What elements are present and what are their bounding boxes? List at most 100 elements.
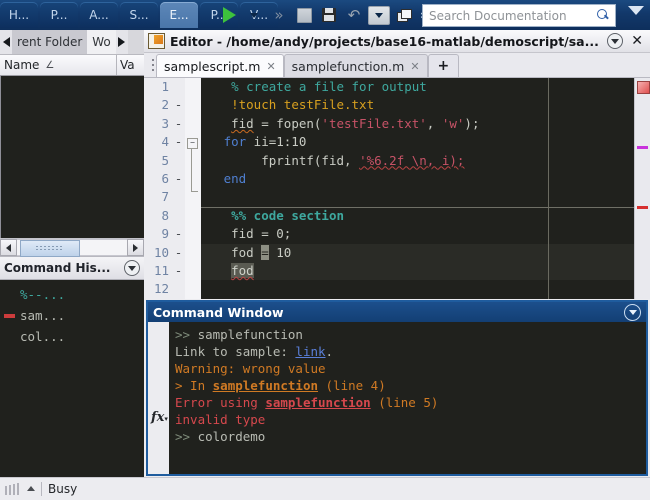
- breakpoint-slot[interactable]: -: [172, 115, 185, 133]
- command-output-line: > In samplefunction (line 4): [175, 377, 646, 394]
- editor-status-gutter[interactable]: [634, 78, 650, 299]
- code-folding-gutter[interactable]: −: [185, 78, 201, 299]
- arrow-left-icon: [6, 243, 11, 252]
- undo-button[interactable]: ↶: [343, 3, 365, 27]
- ribbon-tab-editor[interactable]: E...: [160, 2, 198, 28]
- line-number: 7: [161, 189, 169, 205]
- new-document-tab[interactable]: +: [427, 54, 460, 77]
- breakpoint-slot[interactable]: -: [172, 133, 185, 151]
- command-window-options-button[interactable]: [624, 303, 641, 321]
- history-item[interactable]: %--...: [0, 284, 144, 305]
- code-analyzer-status-indicator[interactable]: [637, 81, 650, 94]
- code-line[interactable]: fod: [201, 261, 634, 281]
- line-number: 4: [161, 134, 169, 150]
- analyzer-mark[interactable]: [637, 146, 648, 149]
- code-line[interactable]: % create a file for output: [201, 78, 634, 96]
- ribbon-tab-home[interactable]: H...: [0, 2, 38, 28]
- line-number: 5: [161, 152, 169, 168]
- breakpoint-slot[interactable]: -: [172, 244, 185, 262]
- scroll-left-button[interactable]: [0, 239, 17, 256]
- ribbon-tab-apps[interactable]: A...: [80, 2, 118, 28]
- ribbon-tab-shortcuts[interactable]: S...: [120, 2, 158, 28]
- code-line[interactable]: [201, 188, 634, 206]
- breakpoint-slot[interactable]: -: [172, 170, 185, 188]
- double-chevron-right-icon: »: [274, 5, 284, 24]
- scroll-right-button[interactable]: [127, 239, 144, 256]
- line-number: 6: [161, 170, 169, 186]
- breakpoint-gutter[interactable]: -------: [172, 78, 185, 299]
- editor-tab-close-icon[interactable]: ✕: [410, 58, 419, 75]
- step-button[interactable]: »: [268, 3, 290, 27]
- code-line[interactable]: fid = 0;: [201, 225, 634, 243]
- command-history-titlebar: Command His...: [0, 256, 144, 280]
- command-output-text[interactable]: samplefunction: [265, 395, 370, 410]
- breakpoint-slot[interactable]: [172, 152, 185, 170]
- status-expand-icon[interactable]: [27, 485, 35, 491]
- history-item[interactable]: col...: [0, 326, 144, 347]
- command-window-title: Command Window: [153, 304, 284, 320]
- column-header-value[interactable]: Va: [117, 58, 144, 72]
- file-list-horizontal-scrollbar[interactable]: [0, 238, 144, 257]
- scrollbar-track[interactable]: [17, 239, 127, 257]
- resize-grip-icon[interactable]: [5, 483, 21, 495]
- run-options-dropdown[interactable]: [243, 3, 265, 27]
- breakpoint-slot[interactable]: [172, 188, 185, 206]
- column-header-name[interactable]: Name ∠: [0, 55, 117, 75]
- current-folder-file-list[interactable]: [0, 76, 144, 238]
- scroll-tabs-right-button[interactable]: [115, 30, 128, 54]
- command-window-output[interactable]: >> samplefunction Link to sample: link. Wa…: [169, 322, 646, 474]
- editor-tab-samplescript-m[interactable]: samplescript.m ✕: [156, 54, 284, 77]
- command-history-list[interactable]: %--... sam... col...: [0, 280, 144, 478]
- editor-options-button[interactable]: [607, 33, 624, 49]
- fx-function-browser-icon[interactable]: fx▾: [151, 410, 168, 425]
- chevron-down-icon: [611, 38, 620, 44]
- analyzer-mark[interactable]: [637, 206, 648, 209]
- command-output-line: invalid type: [175, 411, 646, 428]
- run-button[interactable]: [218, 3, 240, 27]
- line-number: 11: [153, 262, 169, 278]
- code-line[interactable]: fod = 10: [201, 243, 634, 262]
- command-output-link[interactable]: link: [295, 344, 325, 359]
- layout-dropdown[interactable]: [368, 3, 390, 27]
- stop-button[interactable]: [293, 3, 315, 27]
- code-line[interactable]: fprintf(fid, '%6.2f \n, i);: [201, 152, 634, 170]
- search-documentation-input[interactable]: Search Documentation: [422, 4, 616, 27]
- file-list-column-headers: Name ∠ Va: [0, 54, 144, 76]
- code-line[interactable]: end: [201, 170, 634, 188]
- status-divider: [41, 482, 42, 496]
- editor-close-button[interactable]: ✕: [628, 34, 646, 48]
- breakpoint-slot[interactable]: [172, 280, 185, 298]
- breakpoint-slot[interactable]: [172, 207, 185, 225]
- breakpoint-slot[interactable]: [172, 78, 185, 96]
- code-text[interactable]: % create a file for output !touch testFi…: [201, 78, 634, 299]
- arrow-right-icon: [118, 37, 126, 47]
- editor-tab-samplefunction-m[interactable]: samplefunction.m ✕: [283, 54, 428, 77]
- quick-access-toolbar: » ↶ »: [218, 0, 430, 30]
- editor-tab-close-icon[interactable]: ✕: [266, 58, 275, 75]
- command-output-text: colordemo: [197, 429, 266, 444]
- search-placeholder: Search Documentation: [429, 8, 567, 23]
- editor-tab-label: samplefunction.m: [291, 58, 405, 74]
- code-line[interactable]: fid = fopen('testFile.txt', 'w');: [201, 115, 634, 133]
- tab-workspace[interactable]: Wo: [87, 30, 116, 54]
- breakpoint-slot[interactable]: -: [172, 225, 185, 243]
- breakpoint-slot[interactable]: -: [172, 262, 185, 280]
- code-line[interactable]: %% code section: [201, 207, 634, 225]
- tab-current-folder[interactable]: rent Folder: [12, 30, 88, 54]
- save-button[interactable]: [318, 3, 340, 27]
- breakpoint-slot[interactable]: -: [172, 96, 185, 114]
- ribbon-tab-plots[interactable]: P...: [40, 2, 78, 28]
- scrollbar-thumb[interactable]: [20, 240, 80, 257]
- history-item[interactable]: sam...: [0, 305, 144, 326]
- scroll-tabs-left-button[interactable]: [0, 30, 12, 54]
- fold-collapse-icon[interactable]: −: [187, 138, 198, 149]
- code-line[interactable]: !touch testFile.txt: [201, 96, 634, 114]
- code-line[interactable]: [201, 280, 634, 298]
- code-editor-area[interactable]: 1 2 3 4 5 6 7 8 9 10 11 12 ------- − % create a fil…: [144, 78, 650, 299]
- ribbon-collapse-icon[interactable]: [628, 6, 644, 15]
- command-output-text: .: [325, 344, 334, 359]
- command-output-text[interactable]: samplefunction: [213, 378, 318, 393]
- code-line[interactable]: for ii=1:10: [201, 133, 634, 151]
- command-history-options-button[interactable]: [124, 260, 140, 276]
- copy-windows-button[interactable]: [393, 3, 415, 27]
